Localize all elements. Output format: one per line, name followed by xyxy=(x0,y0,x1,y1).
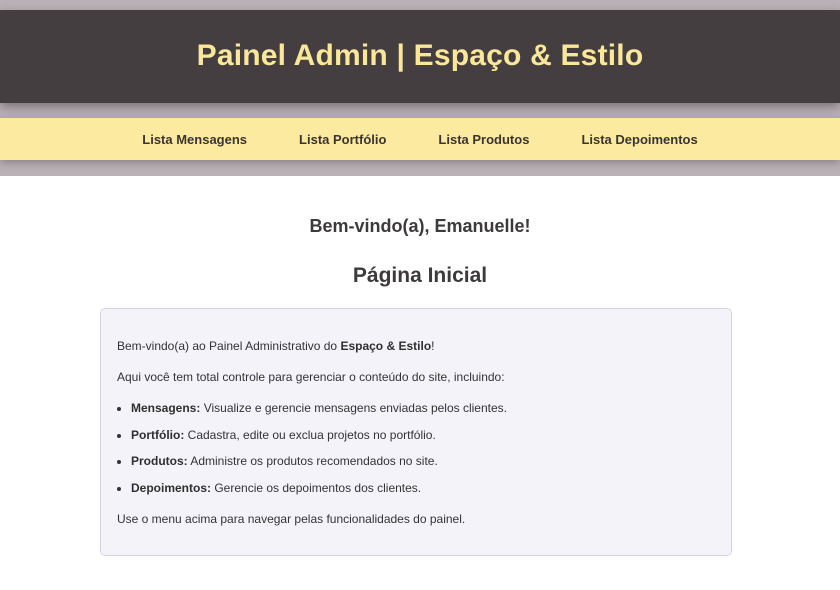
site-header: Painel Admin | Espaço & Estilo xyxy=(0,10,840,103)
list-item: Produtos: Administre os produtos recomen… xyxy=(131,453,715,469)
list-item-desc: Administre os produtos recomendados no s… xyxy=(187,454,438,468)
list-item-desc: Visualize e gerencie mensagens enviadas … xyxy=(200,401,507,415)
nav-link-mensagens[interactable]: Lista Mensagens xyxy=(142,132,247,147)
site-title: Painel Admin | Espaço & Estilo xyxy=(196,38,644,72)
nav-link-produtos[interactable]: Lista Produtos xyxy=(438,132,529,147)
intro-text: Bem-vindo(a) ao Painel Administrativo do… xyxy=(117,338,715,354)
intro-prefix: Bem-vindo(a) ao Painel Administrativo do xyxy=(117,339,341,353)
info-card: Bem-vindo(a) ao Painel Administrativo do… xyxy=(100,308,732,556)
feature-list: Mensagens: Visualize e gerencie mensagen… xyxy=(131,400,715,496)
list-item-desc: Cadastra, edite ou exclua projetos no po… xyxy=(184,427,436,442)
intro-suffix: ! xyxy=(431,339,435,353)
main-nav: Lista Mensagens Lista Portfólio Lista Pr… xyxy=(0,118,840,160)
nav-link-depoimentos[interactable]: Lista Depoimentos xyxy=(581,132,697,147)
list-item-term: Portfólio: xyxy=(131,427,185,442)
list-item-term: Depoimentos: xyxy=(131,480,212,495)
page-title: Página Inicial xyxy=(352,264,488,287)
list-item: Portfólio: Cadastra, edite ou exclua pro… xyxy=(131,427,715,443)
list-item-desc: Gerencie os depoimentos dos clientes. xyxy=(211,480,422,495)
intro-brand: Espaço & Estilo xyxy=(340,339,432,353)
footer-text: Use o menu acima para navegar pelas func… xyxy=(117,511,466,526)
list-item-term: Mensagens: xyxy=(131,401,201,415)
list-item-term: Produtos: xyxy=(131,454,188,468)
nav-link-portfolio[interactable]: Lista Portfólio xyxy=(299,132,386,147)
welcome-message: Bem-vindo(a), Emanuelle! xyxy=(309,216,531,236)
lead-text: Aqui você tem total controle para gerenc… xyxy=(117,370,505,384)
list-item: Mensagens: Visualize e gerencie mensagen… xyxy=(131,400,715,416)
list-item: Depoimentos: Gerencie os depoimentos dos… xyxy=(131,480,715,496)
